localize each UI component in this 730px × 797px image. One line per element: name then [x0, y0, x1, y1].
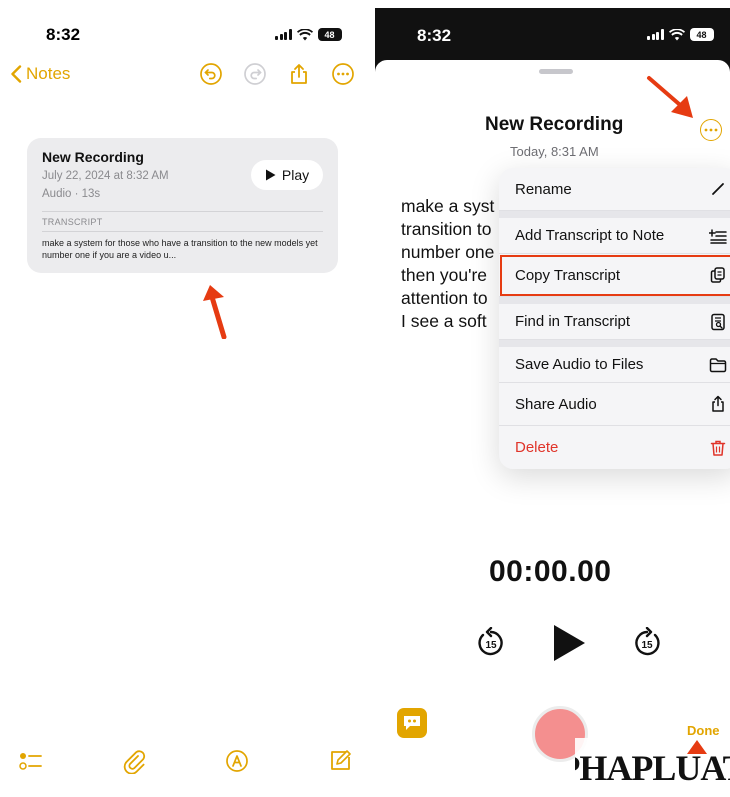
redo-icon[interactable]: [243, 62, 267, 86]
transcript-label: TRANSCRIPT: [42, 217, 103, 227]
signal-icon: [275, 29, 292, 40]
skip-back-label: 15: [485, 640, 497, 651]
status-icons: 48: [275, 28, 342, 41]
menu-item-label: Delete: [515, 439, 559, 456]
recording-date: Today, 8:31 AM: [510, 144, 599, 159]
menu-item-copy-transcript[interactable]: Copy Transcript: [499, 254, 730, 297]
more-options-icon: [704, 128, 718, 132]
recording-title: New Recording: [42, 149, 144, 165]
chevron-left-icon: [11, 65, 22, 83]
menu-item-save-audio[interactable]: Save Audio to Files: [499, 340, 730, 383]
menu-item-add-transcript[interactable]: Add Transcript to Note: [499, 211, 730, 254]
menu-item-label: Share Audio: [515, 395, 597, 413]
wifi-icon: [296, 28, 313, 40]
status-time: 8:32: [417, 26, 452, 45]
notes-screen: 8:32 48 Notes New Recording July 22, 202…: [0, 0, 365, 797]
menu-item-label: Rename: [515, 180, 572, 198]
back-to-notes-button[interactable]: Notes: [10, 64, 70, 84]
more-options-menu: Rename Add Transcript to Note Copy Trans…: [499, 168, 730, 469]
red-arrow-annotation: [203, 285, 227, 339]
share-icon: [712, 395, 724, 412]
menu-item-label: Add Transcript to Note: [515, 227, 665, 244]
play-icon: [265, 169, 276, 181]
transcript-preview: make a system for those who have a trans…: [42, 238, 318, 260]
recording-meta: Audio · 13s: [42, 188, 101, 200]
note-toolbar: [199, 62, 355, 86]
add-text-icon: [709, 228, 727, 244]
more-options-button[interactable]: [700, 119, 722, 141]
play-icon[interactable]: [551, 623, 587, 663]
back-label: Notes: [26, 64, 71, 83]
recording-title: New Recording: [485, 114, 624, 135]
find-document-icon: [711, 313, 725, 330]
battery-indicator: 48: [689, 28, 714, 41]
menu-item-share-audio[interactable]: Share Audio: [499, 383, 730, 426]
menu-item-find-in-transcript[interactable]: Find in Transcript: [499, 297, 730, 340]
copy-icon: [710, 267, 725, 283]
battery-indicator: 48: [317, 28, 342, 41]
menu-item-label: Find in Transcript: [515, 313, 631, 330]
compose-icon[interactable]: [327, 748, 353, 774]
audio-recording-card[interactable]: New Recording July 22, 2024 at 8:32 AM A…: [27, 138, 338, 273]
trash-icon: [710, 440, 726, 456]
skip-forward-label: 15: [641, 640, 653, 651]
status-icons: 48: [647, 28, 714, 41]
checklist-icon[interactable]: [18, 748, 44, 774]
attachment-icon[interactable]: [121, 748, 147, 774]
play-button[interactable]: Play: [251, 160, 323, 190]
transcript-toggle-button[interactable]: [397, 708, 427, 738]
wifi-icon: [668, 28, 685, 40]
divider: [42, 211, 323, 212]
quote-bubble-icon: [404, 716, 420, 730]
recording-screen: 8:32 48 New Recording Today, 8:31 AM mak…: [375, 8, 730, 797]
undo-icon[interactable]: [199, 62, 223, 86]
signal-icon: [647, 29, 664, 40]
recording-date: July 22, 2024 at 8:32 AM: [42, 170, 169, 182]
share-icon[interactable]: [287, 62, 311, 86]
status-time: 8:32: [46, 25, 81, 44]
playback-timer: 00:00.00: [489, 555, 612, 588]
pencil-icon: [712, 183, 724, 195]
recording-sheet: New Recording Today, 8:31 AM make a syst…: [375, 60, 730, 797]
menu-item-delete[interactable]: Delete: [499, 426, 730, 469]
red-arrow-annotation: [647, 76, 693, 118]
markup-icon[interactable]: [224, 748, 250, 774]
more-options-icon[interactable]: [331, 62, 355, 86]
skip-back-15-icon[interactable]: 15: [475, 627, 507, 659]
watermark-logo: PHAPLUAT: [575, 738, 730, 788]
bottom-toolbar: [18, 748, 353, 774]
skip-forward-15-icon[interactable]: 15: [631, 627, 663, 659]
playback-controls: 15 15: [475, 623, 663, 663]
folder-icon: [709, 357, 727, 372]
divider: [42, 231, 323, 232]
menu-item-label: Copy Transcript: [515, 266, 621, 284]
menu-item-rename[interactable]: Rename: [499, 168, 730, 211]
sheet-grabber[interactable]: [539, 69, 573, 74]
play-label: Play: [281, 167, 310, 183]
menu-item-label: Save Audio to Files: [515, 356, 644, 373]
done-button[interactable]: Done: [687, 723, 720, 738]
